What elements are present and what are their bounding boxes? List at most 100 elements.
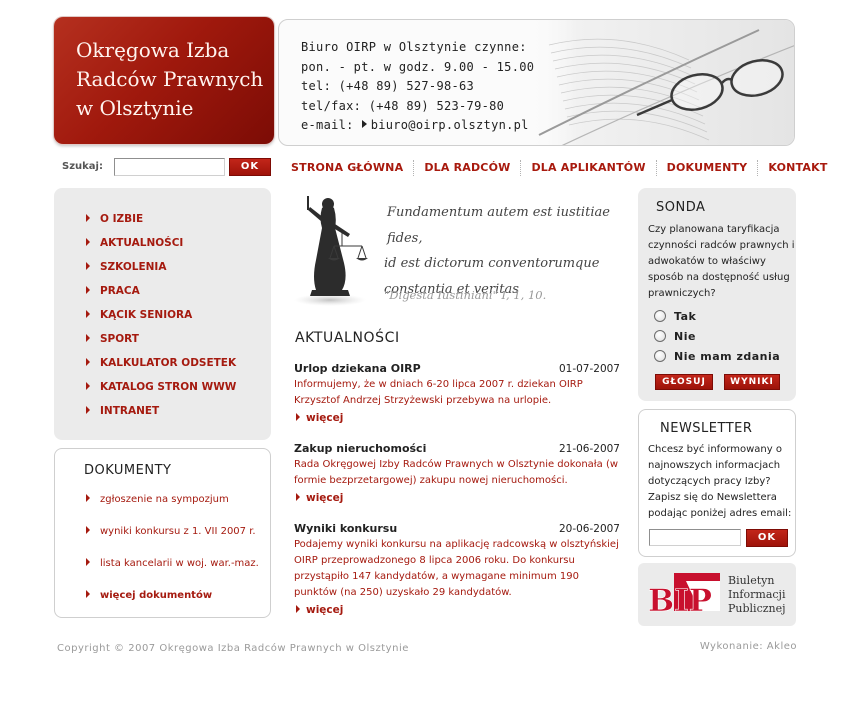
bip-logo: BIP xyxy=(648,573,720,619)
arrow-right-icon xyxy=(296,413,300,421)
news-body: Rada Okręgowej Izby Radców Prawnych w Ol… xyxy=(294,459,619,486)
sidebar-menu: O IZBIE AKTUALNOŚCI SZKOLENIA PRACA KĄCI… xyxy=(54,188,271,440)
newsletter-email-input[interactable] xyxy=(649,529,741,546)
poll-box: SONDA Czy planowana taryfikacja czynnośc… xyxy=(638,188,796,401)
sidebar-item-label: SPORT xyxy=(100,333,139,345)
radio-button[interactable] xyxy=(654,350,666,362)
site-logo-title: Okręgowa Izba Radców Prawnych w Olsztyni… xyxy=(76,38,264,120)
nav-documents[interactable]: DOKUMENTY xyxy=(657,160,759,176)
quote-line: id est dictorum conventorumque xyxy=(384,256,600,271)
footer-copyright: Copyright © 2007 Okręgowa Izba Radców Pr… xyxy=(57,643,409,654)
news-body: Podajemy wyniki konkursu na aplikację ra… xyxy=(294,539,619,598)
sidebar-item-intranet[interactable]: INTRANET xyxy=(86,404,159,418)
sidebar-item-label: KALKULATOR ODSETEK xyxy=(100,357,237,369)
arrow-right-icon xyxy=(86,286,90,294)
search-input[interactable] xyxy=(114,158,225,176)
arrow-right-icon xyxy=(86,358,90,366)
news-date: 21-06-2007 xyxy=(558,443,620,455)
arrow-right-icon xyxy=(86,310,90,318)
sidebar-item-kacik-seniora[interactable]: KĄCIK SENIORA xyxy=(86,308,192,322)
poll-option-label: Nie mam zdania xyxy=(674,350,781,363)
documents-title: DOKUMENTY xyxy=(84,463,172,478)
more-documents-label: więcej dokumentów xyxy=(100,590,213,601)
sidebar-item-kalkulator-odsetek[interactable]: KALKULATOR ODSETEK xyxy=(86,356,236,370)
nav-home[interactable]: STRONA GŁÓWNA xyxy=(287,160,415,176)
news-date: 01-07-2007 xyxy=(558,363,620,375)
vote-button[interactable]: GŁOSUJ xyxy=(655,374,713,390)
poll-option-label: Tak xyxy=(674,310,697,323)
poll-option-yes[interactable]: Tak xyxy=(654,310,696,324)
arrow-right-icon xyxy=(86,494,90,502)
poll-option-label: Nie xyxy=(674,330,696,343)
email-line: e-mail: biuro@oirp.olsztyn.pl xyxy=(301,116,541,136)
results-button[interactable]: WYNIKI xyxy=(724,374,780,390)
radio-button[interactable] xyxy=(654,330,666,342)
arrow-right-icon xyxy=(86,526,90,534)
arrow-right-icon xyxy=(86,558,90,566)
news-more-link[interactable]: więcej xyxy=(296,604,343,616)
arrow-right-icon xyxy=(86,590,90,598)
sidebar-item-praca[interactable]: PRACA xyxy=(86,284,140,298)
nav-for-trainees[interactable]: DLA APLIKANTÓW xyxy=(521,160,657,176)
arrow-right-icon xyxy=(86,334,90,342)
footer-credit[interactable]: Wykonanie: Akleo xyxy=(700,641,797,652)
newsletter-title: NEWSLETTER xyxy=(660,421,753,436)
bip-logo-text: BIP xyxy=(648,583,712,619)
office-line: tel/fax: (+48 89) 523-79-80 xyxy=(301,98,505,113)
sidebar-item-label: KĄCIK SENIORA xyxy=(100,309,193,321)
justitia-statue-image xyxy=(294,196,368,306)
sidebar-item-label: AKTUALNOŚCI xyxy=(100,237,184,249)
nav-for-counsels[interactable]: DLA RADCÓW xyxy=(414,160,522,176)
arrow-right-icon xyxy=(86,238,90,246)
email-link[interactable]: biuro@oirp.olsztyn.pl xyxy=(371,118,529,132)
nav-contact[interactable]: KONTAKT xyxy=(758,160,837,176)
newsletter-submit-button[interactable]: OK xyxy=(746,529,788,547)
poll-title: SONDA xyxy=(656,200,706,215)
email-label: e-mail: xyxy=(301,118,354,132)
news-more-label: więcej xyxy=(306,492,344,504)
sidebar-item-sport[interactable]: SPORT xyxy=(86,332,139,346)
poll-option-no[interactable]: Nie xyxy=(654,330,696,344)
news-more-link[interactable]: więcej xyxy=(296,492,343,504)
office-line: Biuro OIRP w Olsztynie czynne: xyxy=(301,40,527,54)
office-line: pon. - pt. w godz. 9.00 - 15.00 xyxy=(301,59,535,74)
sidebar-item-label: O IZBIE xyxy=(100,213,144,225)
news-title[interactable]: Wyniki konkursu xyxy=(294,522,397,535)
document-link[interactable]: zgłoszenie na sympozjum xyxy=(86,493,229,507)
news-more-label: więcej xyxy=(306,412,344,424)
news-more-link[interactable]: więcej xyxy=(296,412,343,424)
office-line: tel: (+48 89) 527-98-63 xyxy=(301,79,475,93)
radio-button[interactable] xyxy=(654,310,666,322)
poll-option-no-opinion[interactable]: Nie mam zdania xyxy=(654,350,780,364)
office-hours-text: Biuro OIRP w Olsztynie czynne: pon. - pt… xyxy=(301,38,541,136)
sidebar-item-label: PRACA xyxy=(100,285,140,297)
news-more-label: więcej xyxy=(306,604,344,616)
bip-banner[interactable]: BIP Biuletyn Informacji Publicznej xyxy=(638,563,796,626)
sidebar-item-label: KATALOG STRON WWW xyxy=(100,381,237,393)
arrow-right-icon xyxy=(86,406,90,414)
news-title[interactable]: Urlop dziekana OIRP xyxy=(294,362,421,375)
more-documents-link[interactable]: więcej dokumentów xyxy=(86,589,212,603)
sidebar-item-label: INTRANET xyxy=(100,405,160,417)
sidebar-item-szkolenia[interactable]: SZKOLENIA xyxy=(86,260,166,274)
sidebar-item-katalog-stron[interactable]: KATALOG STRON WWW xyxy=(86,380,236,394)
logo-box[interactable]: Okręgowa Izba Radców Prawnych w Olsztyni… xyxy=(54,17,274,144)
arrow-right-icon xyxy=(296,493,300,501)
newsletter-description: Chcesz być informowany o najnowszych inf… xyxy=(648,444,792,519)
poll-question: Czy planowana taryfikacja czynności radc… xyxy=(648,224,795,299)
news-title[interactable]: Zakup nieruchomości xyxy=(294,442,426,455)
arrow-right-icon xyxy=(361,120,367,128)
sidebar-item-aktualnosci[interactable]: AKTUALNOŚCI xyxy=(86,236,183,250)
document-link[interactable]: wyniki konkursu z 1. VII 2007 r. xyxy=(86,525,256,539)
news-body: Informujemy, że w dniach 6-20 lipca 2007… xyxy=(294,379,583,406)
search-button[interactable]: OK xyxy=(229,158,271,176)
search-label: Szukaj: xyxy=(62,161,103,172)
document-link[interactable]: lista kancelarii w woj. war.-maz. xyxy=(86,557,259,571)
document-link-label: wyniki konkursu z 1. VII 2007 r. xyxy=(100,526,256,537)
sidebar-item-o-izbie[interactable]: O IZBIE xyxy=(86,212,143,226)
latin-quote: Fundamentum autem est iustitiae fides, i… xyxy=(384,200,629,302)
arrow-right-icon xyxy=(86,382,90,390)
documents-box: DOKUMENTY zgłoszenie na sympozjum wyniki… xyxy=(54,448,271,618)
news-heading: AKTUALNOŚCI xyxy=(295,330,400,346)
document-link-label: zgłoszenie na sympozjum xyxy=(100,494,229,505)
